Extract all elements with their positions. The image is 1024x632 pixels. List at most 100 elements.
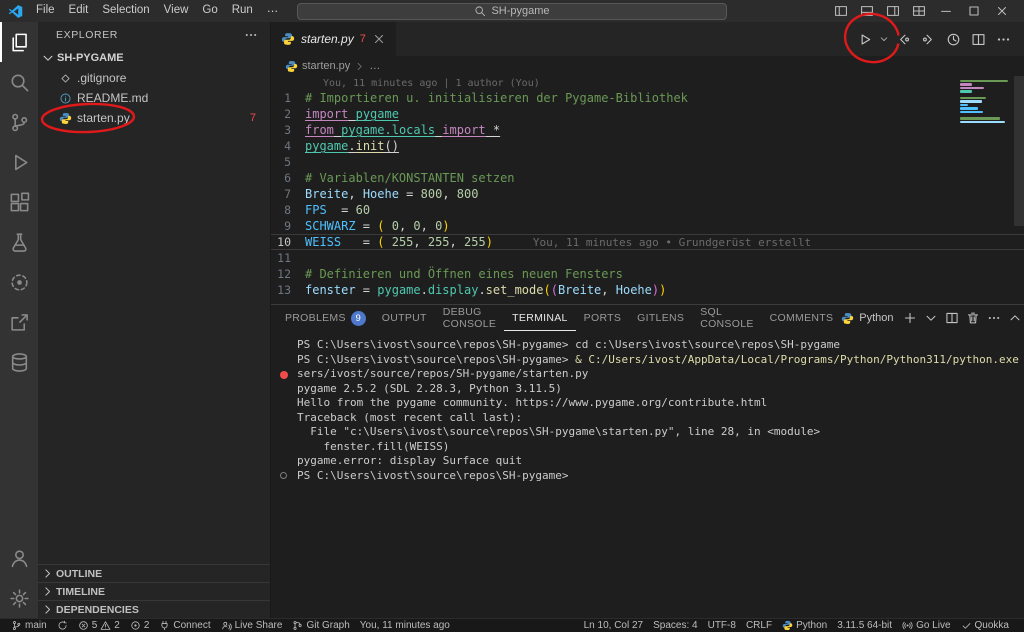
close-tab-icon[interactable] [372, 32, 386, 46]
menu-view[interactable]: View [157, 2, 196, 20]
status-git-graph[interactable]: Git Graph [287, 619, 354, 632]
code-line-9[interactable]: 9SCHWARZ = ( 0, 0, 0) [271, 218, 1024, 234]
layout-grid-icon [912, 4, 926, 18]
more-actions-button[interactable] [992, 28, 1014, 50]
code-line-5[interactable]: 5 [271, 154, 1024, 170]
open-changes-prev-button[interactable] [892, 28, 914, 50]
tab-starten-py[interactable]: starten.py 7 [271, 22, 396, 56]
activity-remote-explorer[interactable] [0, 302, 38, 342]
panel-tab-output[interactable]: OUTPUT [374, 305, 435, 331]
code-editor[interactable]: You, 11 minutes ago | 1 author (You) 1# … [271, 76, 1024, 304]
activity-testing[interactable] [0, 222, 38, 262]
panel-tab-comments[interactable]: COMMENTS [762, 305, 842, 331]
editor-scrollbar[interactable] [1014, 76, 1024, 304]
open-changes-next-button[interactable] [917, 28, 939, 50]
problems-count-badge: 9 [351, 311, 366, 326]
breadcrumb[interactable]: starten.py … [271, 56, 1024, 76]
menu-selection[interactable]: Selection [95, 2, 156, 20]
command-center-search[interactable]: SH-pygame [297, 3, 727, 20]
window-minimize-button[interactable] [932, 1, 960, 21]
file--gitignore[interactable]: .gitignore [38, 68, 270, 88]
menu-edit[interactable]: Edit [62, 2, 96, 20]
code-line-4[interactable]: 4pygame.init() [271, 138, 1024, 154]
activity-extensions[interactable] [0, 182, 38, 222]
split-editor-button[interactable] [967, 28, 989, 50]
activity-database[interactable] [0, 342, 38, 382]
status-interpreter[interactable]: 3.11.5 64-bit [832, 619, 897, 632]
minimap[interactable] [960, 80, 1012, 123]
code-line-1[interactable]: 1# Importieren u. initialisieren der Pyg… [271, 90, 1024, 106]
panel-tab-gitlens[interactable]: GITLENS [629, 305, 692, 331]
code-line-7[interactable]: 7Breite, Hoehe = 800, 800 [271, 186, 1024, 202]
panel-tab-debug-console[interactable]: DEBUG CONSOLE [435, 305, 504, 331]
status-branch[interactable]: main [6, 619, 52, 632]
status-sync[interactable] [52, 619, 73, 632]
status-encoding[interactable]: UTF-8 [703, 619, 741, 632]
code-line-12[interactable]: 12# Definieren und Öffnen eines neuen Fe… [271, 266, 1024, 282]
chevron-down-icon [879, 34, 889, 44]
explorer-more-icon[interactable] [244, 28, 258, 42]
activity-search[interactable] [0, 62, 38, 102]
panel-tab-ports[interactable]: PORTS [576, 305, 629, 331]
code-line-11[interactable]: 11 [271, 250, 1024, 266]
maximize-panel-button[interactable] [1005, 308, 1024, 329]
section-timeline[interactable]: TIMELINE [38, 582, 270, 600]
layout-sidebar-right-button[interactable] [880, 1, 906, 21]
section-outline[interactable]: OUTLINE [38, 564, 270, 582]
menu-go[interactable]: Go [195, 2, 224, 20]
code-line-8[interactable]: 8FPS = 60 [271, 202, 1024, 218]
status-connect[interactable]: Connect [154, 619, 215, 632]
new-terminal-button[interactable] [900, 308, 921, 329]
folder-sh-pygame[interactable]: SH-PYGAME [38, 48, 270, 68]
activity-explorer[interactable] [0, 22, 38, 62]
line-number: 8 [271, 203, 305, 217]
kill-terminal-button[interactable] [963, 308, 984, 329]
status-indentation[interactable]: Spaces: 4 [648, 619, 702, 632]
status-language[interactable]: Python [777, 619, 832, 632]
status-go-live[interactable]: Go Live [897, 619, 955, 632]
split-terminal-button[interactable] [942, 308, 963, 329]
panel-tab-terminal[interactable]: TERMINAL [504, 305, 576, 331]
code-line-13[interactable]: 13fenster = pygame.display.set_mode((Bre… [271, 282, 1024, 298]
file-history-button[interactable] [942, 28, 964, 50]
menu-file[interactable]: File [29, 2, 62, 20]
status-eol[interactable]: CRLF [741, 619, 777, 632]
file-starten-py[interactable]: starten.py7 [38, 108, 270, 128]
code-line-10[interactable]: 10WEISS = ( 255, 255, 255)You, 11 minute… [271, 234, 1024, 250]
activity-live-share[interactable] [0, 262, 38, 302]
activity-account[interactable] [0, 538, 38, 578]
chevron-right-icon [41, 567, 54, 580]
code-line-3[interactable]: 3from pygame.locals import * [271, 122, 1024, 138]
status-problems[interactable]: 52 [73, 619, 125, 632]
terminal-shell-selector[interactable]: Python [841, 312, 897, 325]
terminal-dropdown-button[interactable] [921, 308, 942, 329]
layout-grid-button[interactable] [906, 1, 932, 21]
panel-tab-problems[interactable]: PROBLEMS9 [277, 305, 374, 331]
run-button[interactable] [853, 28, 875, 50]
section-dependencies[interactable]: DEPENDENCIES [38, 600, 270, 618]
panel-tab-sql-console[interactable]: SQL CONSOLE [692, 305, 761, 331]
code-line-2[interactable]: 2import pygame [271, 106, 1024, 122]
terminal-content[interactable]: PS C:\Users\ivost\source\repos\SH-pygame… [271, 331, 1024, 618]
layout-sidebar-button[interactable] [828, 1, 854, 21]
gitlens-blame-header[interactable]: You, 11 minutes ago | 1 author (You) [271, 76, 1024, 90]
panel-more-button[interactable] [984, 308, 1005, 329]
activity-run-debug[interactable] [0, 142, 38, 182]
menu-run[interactable]: Run [225, 2, 260, 20]
menu-more[interactable]: ⋯ [260, 2, 286, 20]
status-line-blame[interactable]: You, 11 minutes ago [355, 619, 455, 632]
status-live-share[interactable]: Live Share [216, 619, 288, 632]
status-gitlens[interactable]: 2 [125, 619, 155, 632]
run-dropdown-button[interactable] [878, 28, 889, 50]
minimize-icon [939, 4, 953, 18]
scrollbar-slider[interactable] [1014, 76, 1024, 226]
file-readme-md[interactable]: README.md [38, 88, 270, 108]
activity-source-control[interactable] [0, 102, 38, 142]
activity-settings[interactable] [0, 578, 38, 618]
window-close-button[interactable] [988, 1, 1016, 21]
code-line-6[interactable]: 6# Variablen/KONSTANTEN setzen [271, 170, 1024, 186]
status-cursor-position[interactable]: Ln 10, Col 27 [579, 619, 649, 632]
status-quokka[interactable]: Quokka [956, 619, 1014, 632]
window-maximize-button[interactable] [960, 1, 988, 21]
layout-panel-button[interactable] [854, 1, 880, 21]
